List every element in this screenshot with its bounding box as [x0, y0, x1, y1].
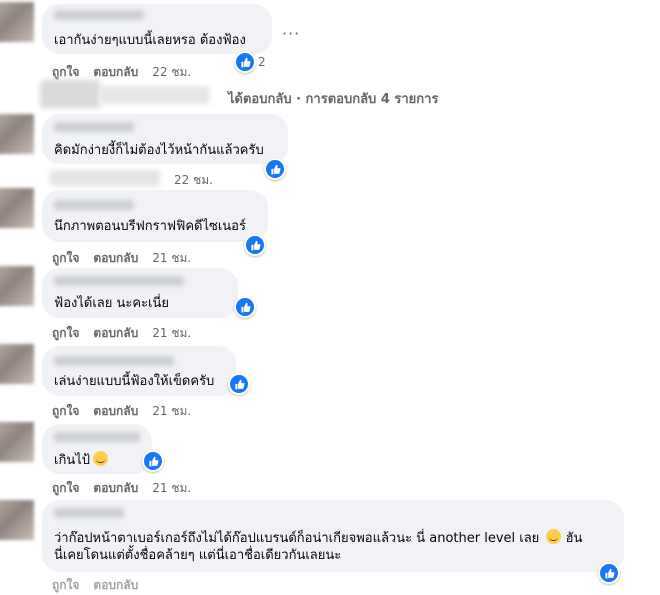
avatar[interactable] [0, 422, 34, 462]
comment-text: เล่นง่ายแบบนี้ฟ้องให้เข็ดครับ [54, 374, 215, 389]
comment-text-line-2: นี่เคยโดนแต่ตั้งชื่อคล้ายๆ แต่นี่เอาชื่อ… [54, 548, 342, 563]
like-button[interactable]: ถูกใจ [52, 249, 79, 268]
replier-avatars-blurred [100, 86, 210, 104]
comment-text: เอากันง่ายๆแบบนี้เลยหรอ ต้องฟ้อง [54, 33, 246, 48]
like-count: 2 [258, 55, 266, 69]
avatar[interactable] [0, 2, 34, 42]
timestamp[interactable]: 22 ชม. [152, 63, 191, 82]
commenter-name-blurred [54, 276, 184, 286]
timestamp[interactable]: 21 ชม. [152, 324, 191, 343]
commenter-name-blurred [54, 432, 140, 442]
avatar[interactable] [0, 266, 34, 306]
grinning-face-icon [546, 529, 562, 544]
comment-text: นึกภาพตอนบรีฟกราฟฟิคดีไซเนอร์ [54, 219, 246, 234]
comment-text-content: เกินไป้ [54, 453, 90, 468]
like-button[interactable]: ถูกใจ [52, 479, 79, 498]
thumbs-up-icon [142, 450, 164, 472]
comment-actions: ถูกใจ ตอบกลับ 21 ชม. [52, 479, 205, 498]
timestamp[interactable]: 21 ชม. [152, 249, 191, 268]
comment-actions: ถูกใจ ตอบกลับ [52, 576, 152, 595]
avatar[interactable] [0, 500, 34, 540]
comment-actions: ถูกใจ ตอบกลับ 21 ชม. [52, 249, 205, 268]
comment-text-line-1: ว่าก๊อปหน้าตาเบอร์เกอร์ถึงไม่ได้ก๊อปแบรน… [54, 529, 582, 548]
timestamp[interactable]: 22 ชม. [174, 171, 213, 190]
comment-actions: ถูกใจ ตอบกลับ 21 ชม. [52, 324, 205, 343]
comment-bubble: นึกภาพตอนบรีฟกราฟฟิคดีไซเนอร์ [42, 190, 268, 242]
like-button[interactable]: ถูกใจ [52, 576, 79, 595]
comment-text: ฟ้องได้เลย นะคะเนี่ย [54, 296, 169, 311]
comment-actions: 22 ชม. [142, 171, 227, 190]
like-button[interactable]: ถูกใจ [52, 324, 79, 343]
view-replies-link[interactable]: ได้ตอบกลับ · การตอบกลับ 4 รายการ [228, 88, 438, 109]
like-button[interactable]: ถูกใจ [52, 402, 79, 421]
thumbs-up-icon [598, 562, 620, 584]
thumbs-up-icon [228, 373, 250, 395]
commenter-name-blurred [54, 200, 134, 210]
thumbs-up-icon [234, 296, 256, 318]
reply-button[interactable]: ตอบกลับ [93, 402, 138, 421]
avatar[interactable] [0, 344, 34, 384]
commenter-name-blurred [54, 10, 144, 20]
comment-text-content: ว่าก๊อปหน้าตาเบอร์เกอร์ถึงไม่ได้ก๊อปแบรน… [54, 531, 540, 546]
comment-text: เกินไป้ [54, 451, 108, 470]
thumbs-up-icon [264, 158, 286, 180]
comment-actions: ถูกใจ ตอบกลับ 21 ชม. [52, 402, 205, 421]
comment-bubble: เล่นง่ายแบบนี้ฟ้องให้เข็ดครับ [42, 346, 236, 396]
reply-button[interactable]: ตอบกลับ [93, 324, 138, 343]
more-dots-icon[interactable]: ··· [282, 24, 300, 43]
comment-bubble: ฟ้องได้เลย นะคะเนี่ย [42, 268, 238, 318]
commenter-name-blurred [54, 508, 124, 518]
comment-text: คิดมักง่ายงี้ก็ไม่ต้องไว้หน้ากันแล้วครับ [54, 143, 264, 158]
commenter-name-blurred [54, 122, 134, 132]
thumbs-up-icon [244, 234, 266, 256]
grinning-face-icon [93, 451, 108, 466]
thumbs-up-icon [234, 51, 256, 73]
comment-bubble: คิดมักง่ายงี้ก็ไม่ต้องไว้หน้ากันแล้วครับ [42, 114, 288, 164]
comment-bubble: เกินไป้ [42, 424, 152, 474]
reply-button[interactable]: ตอบกลับ [93, 479, 138, 498]
reply-button[interactable]: ตอบกลับ [93, 249, 138, 268]
avatar[interactable] [0, 188, 34, 228]
comment-bubble: เอากันง่ายๆแบบนี้เลยหรอ ต้องฟ้อง [42, 4, 272, 54]
reply-button[interactable]: ตอบกลับ [93, 576, 138, 595]
replier-avatars-blurred [40, 80, 100, 108]
commenter-name-blurred [54, 356, 174, 366]
comment-bubble: ว่าก๊อปหน้าตาเบอร์เกอร์ถึงไม่ได้ก๊อปแบรน… [42, 500, 624, 572]
avatar[interactable] [0, 114, 34, 154]
timestamp[interactable]: 21 ชม. [152, 479, 191, 498]
comment-text-end: ฮัน [565, 531, 583, 546]
reply-button[interactable]: ตอบกลับ [93, 63, 138, 82]
timestamp[interactable]: 21 ชม. [152, 402, 191, 421]
